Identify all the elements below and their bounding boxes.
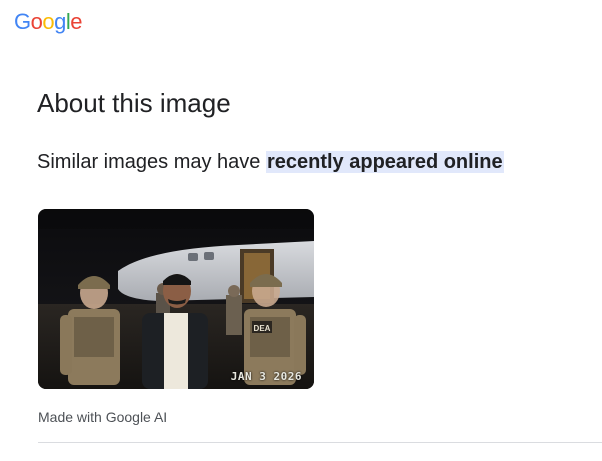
notice-text: Similar images may have xyxy=(37,151,266,173)
date-stamp: JAN 3 2026 xyxy=(230,370,302,383)
photo-illustration: DEA xyxy=(38,209,314,389)
google-logo[interactable]: Google xyxy=(14,9,83,35)
notice-highlight: recently appeared online xyxy=(265,151,504,173)
logo-letter: e xyxy=(70,9,83,34)
logo-letter: o xyxy=(30,9,43,34)
ai-caption: Made with Google AI xyxy=(38,409,168,425)
divider xyxy=(38,442,602,443)
page-title: About this image xyxy=(37,88,231,118)
logo-letter: g xyxy=(54,9,66,34)
similar-images-notice: Similar images may have recently appeare… xyxy=(37,148,504,176)
badge-text: DEA xyxy=(254,324,271,333)
logo-letter: o xyxy=(42,9,55,34)
logo-letter: G xyxy=(14,9,31,34)
image-thumbnail[interactable]: DEA JAN 3 2026 xyxy=(38,209,314,389)
